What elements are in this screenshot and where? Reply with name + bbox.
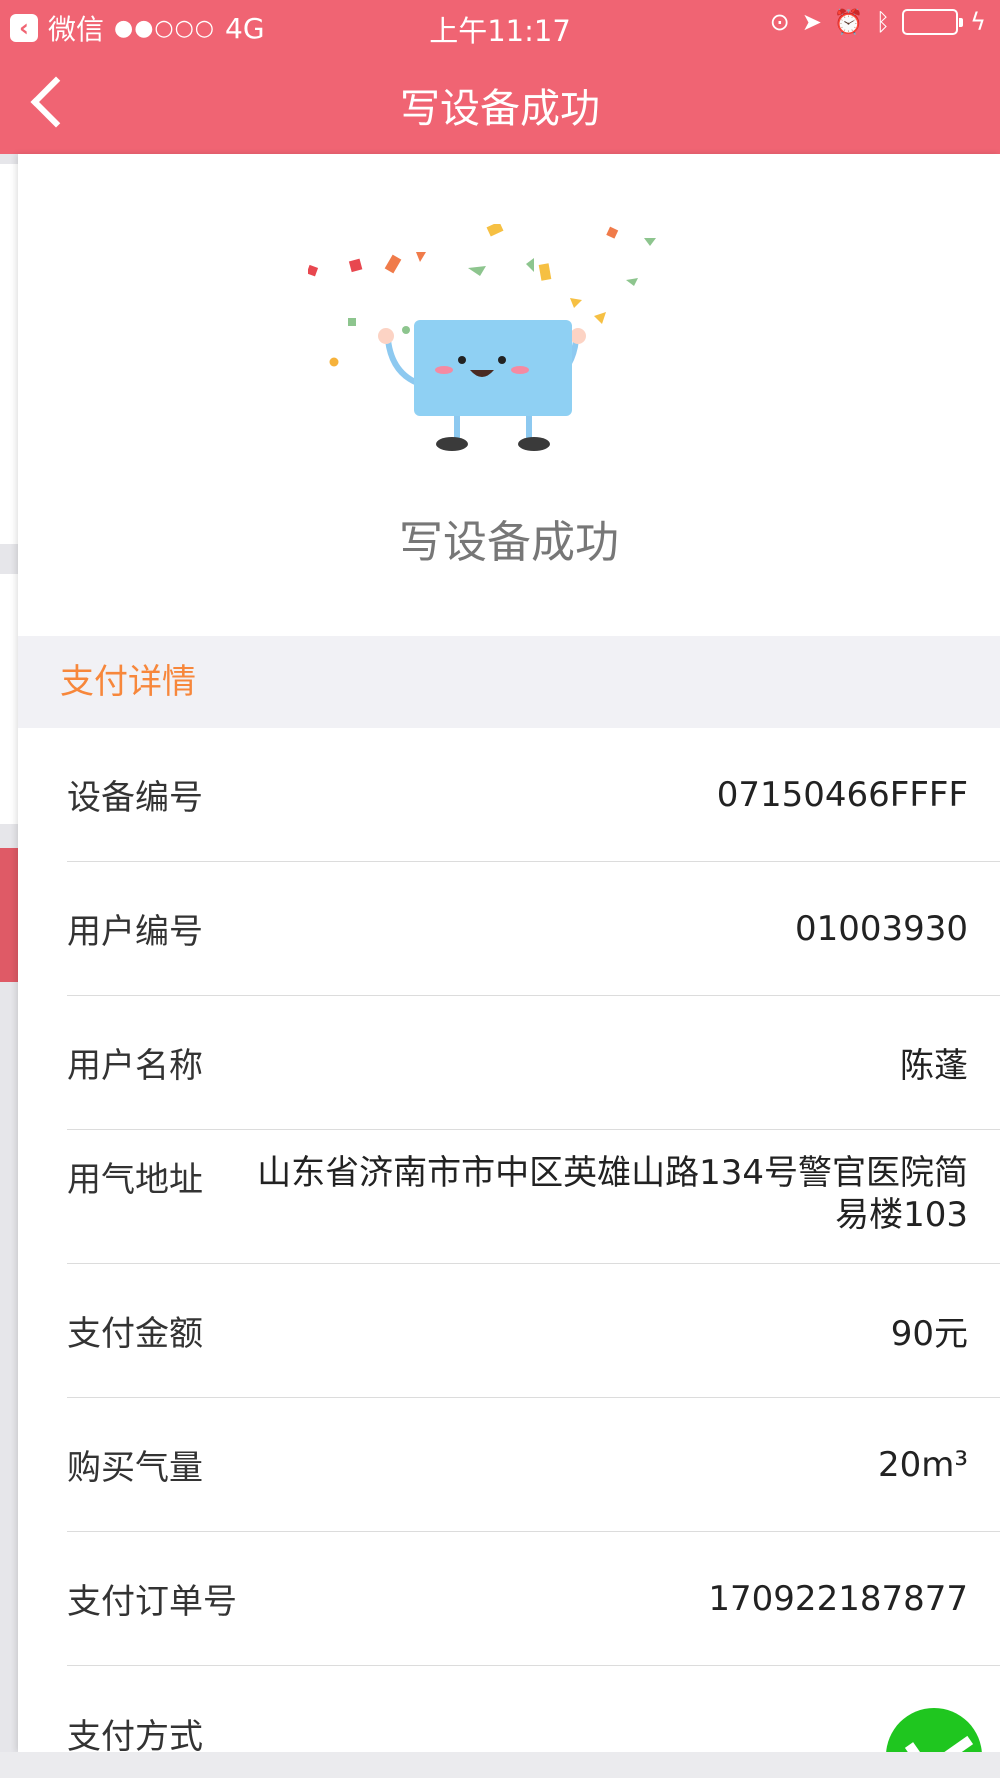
charging-icon: ϟ [970,8,986,36]
detail-label: 支付方式 [67,1716,203,1753]
detail-label: 用户名称 [67,1046,203,1086]
detail-row-payment-amount: 支付金额 90元 [67,1264,1000,1398]
bluetooth-icon: ᛒ [875,8,891,36]
location-icon: ➤ [801,8,822,36]
status-bar: ‹ 微信 ●●○○○ 4G 上午11:17 ⊙ ➤ ⏰ ᛒ ϟ [0,0,1000,50]
detail-row-gas-volume: 购买气量 20m³ [67,1398,1000,1532]
rotation-lock-icon: ⊙ [769,8,790,36]
detail-row-order-number: 支付订单号 170922187877 [67,1532,1000,1666]
celebration-illustration [308,224,656,451]
detail-row-device-id: 设备编号 07150466FFFF [67,728,1000,862]
detail-label: 支付金额 [67,1314,203,1354]
success-hero: 写设备成功 [18,154,1000,636]
detail-row-user-id: 用户编号 01003930 [67,862,1000,996]
detail-label: 用气地址 [67,1160,203,1200]
background-page-edge [0,154,18,1778]
detail-label: 购买气量 [67,1448,203,1488]
success-message: 写设备成功 [399,517,619,568]
success-sheet: 写设备成功 支付详情 设备编号 07150466FFFF 用户编号 010039… [18,154,1000,1752]
bottom-edge [0,1752,1000,1778]
detail-value: 170922187877 [708,1578,968,1619]
status-right: ⊙ ➤ ⏰ ᛒ ϟ [770,8,986,36]
detail-row-user-name: 用户名称 陈蓬 [67,996,1000,1130]
battery-icon [902,9,964,35]
payment-details-header: 支付详情 [18,636,1000,728]
detail-value: 01003930 [794,908,968,949]
detail-label: 用户编号 [67,912,203,952]
detail-value: 90元 [890,1314,968,1354]
navigation-bar: 写设备成功 [0,50,1000,154]
detail-label: 支付订单号 [67,1582,237,1622]
background-button [0,848,18,982]
detail-row-gas-address: 用气地址 山东省济南市市中区英雄山路134号警官医院简易楼103 [67,1130,1000,1264]
detail-value: 陈蓬 [900,1046,968,1086]
detail-value: 山东省济南市市中区英雄山路134号警官医院简易楼103 [257,1153,968,1235]
detail-row-payment-method: 支付方式 [67,1666,1000,1752]
detail-value: 07150466FFFF [716,774,968,815]
wechat-pay-check-icon [886,1708,982,1752]
background-card [0,164,18,544]
detail-value: 20m³ [877,1444,968,1485]
detail-label: 设备编号 [67,778,203,818]
alarm-icon: ⏰ [833,8,864,36]
page-title: 写设备成功 [400,86,600,132]
background-card [0,574,18,824]
